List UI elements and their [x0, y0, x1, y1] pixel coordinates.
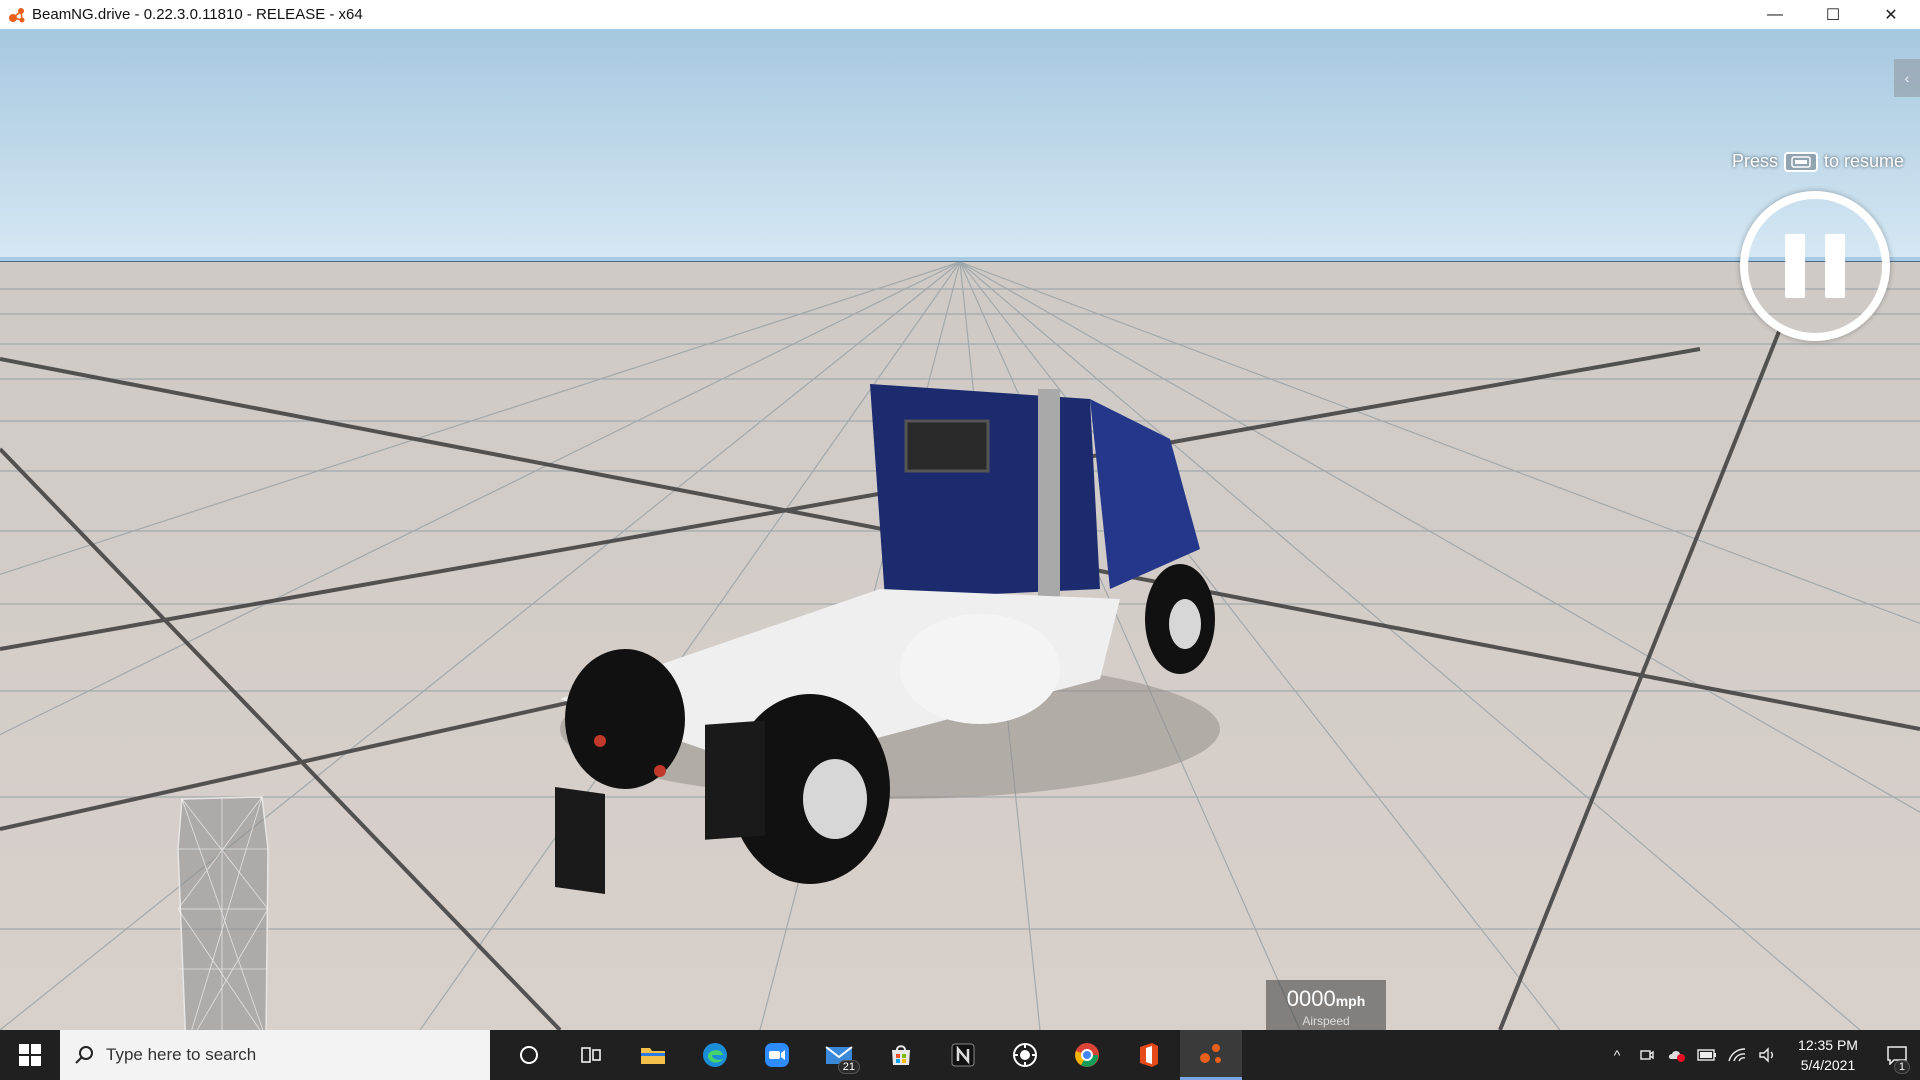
search-icon [75, 1046, 93, 1064]
side-panel-toggle[interactable]: ‹ [1894, 59, 1920, 97]
resume-suffix: to resume [1823, 151, 1904, 171]
onedrive-error-icon[interactable] [1662, 1030, 1692, 1080]
taskbar-clock[interactable]: 12:35 PM 5/4/2021 [1782, 1035, 1874, 1075]
speed-unit: mph [1335, 993, 1366, 1009]
search-placeholder: Type here to search [106, 1045, 257, 1064]
office-icon[interactable] [1118, 1030, 1180, 1080]
maximize-button[interactable]: ☐ [1804, 0, 1862, 29]
battery-icon[interactable] [1692, 1030, 1722, 1080]
close-button[interactable]: ✕ [1862, 0, 1920, 29]
mail-icon[interactable]: 21 [808, 1030, 870, 1080]
clock-time: 12:35 PM [1798, 1037, 1858, 1053]
speed-value: 0000 [1286, 986, 1336, 1011]
windows-logo-icon [19, 1044, 41, 1066]
vehicle-damage-icon [172, 789, 276, 1030]
sky [0, 29, 1920, 261]
keyboard-key-icon [1783, 151, 1818, 172]
game-scene [0, 29, 1920, 1030]
window-title: BeamNG.drive - 0.22.3.0.11810 - RELEASE … [32, 6, 363, 23]
cortana-icon[interactable] [498, 1030, 560, 1080]
file-explorer-icon[interactable] [622, 1030, 684, 1080]
steam-icon[interactable] [994, 1030, 1056, 1080]
taskbar-search-box[interactable]: Type here to search [60, 1030, 490, 1080]
store-icon[interactable] [870, 1030, 932, 1080]
wifi-icon[interactable] [1722, 1030, 1752, 1080]
mail-badge: 21 [837, 1060, 860, 1074]
notification-center-icon[interactable]: 1 [1874, 1030, 1920, 1080]
resume-hint: Press to resume [1732, 151, 1904, 172]
edge-icon[interactable] [684, 1030, 746, 1080]
pause-bar-left [1785, 234, 1805, 298]
clock-date: 5/4/2021 [1800, 1057, 1856, 1073]
speed-label: Airspeed [1302, 1014, 1350, 1028]
pause-icon[interactable] [1740, 191, 1890, 341]
speedometer: 0000mph Airspeed [1266, 980, 1386, 1030]
start-button[interactable] [0, 1030, 60, 1080]
beamng-icon[interactable] [1180, 1030, 1242, 1080]
pause-bar-right [1825, 234, 1845, 298]
window-titlebar: BeamNG.drive - 0.22.3.0.11810 - RELEASE … [0, 0, 1920, 29]
volume-icon[interactable] [1752, 1030, 1782, 1080]
system-tray: ^ 12:35 PM 5/4/2021 1 [1602, 1030, 1920, 1080]
task-view-icon[interactable] [560, 1030, 622, 1080]
chevron-up-icon[interactable]: ^ [1602, 1030, 1632, 1080]
chrome-icon[interactable] [1056, 1030, 1118, 1080]
beamng-app-icon [6, 4, 28, 26]
resume-prefix: Press [1731, 151, 1778, 171]
meet-now-icon[interactable] [1632, 1030, 1662, 1080]
windows-taskbar: Type here to search 21 ^ 12:35 PM 5/4/20… [0, 1030, 1920, 1080]
zoom-icon[interactable] [746, 1030, 808, 1080]
notification-count: 1 [1893, 1060, 1910, 1074]
minimize-button[interactable]: — [1746, 0, 1804, 29]
game-viewport[interactable]: ‹ Press to resume 0000mph Airspeed [0, 29, 1920, 1030]
notion-icon[interactable] [932, 1030, 994, 1080]
